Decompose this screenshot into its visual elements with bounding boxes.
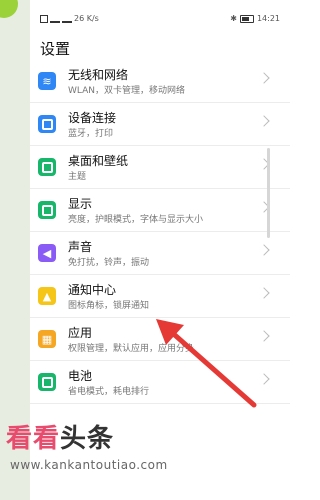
- settings-item-wallpaper[interactable]: 桌面和壁纸 主题: [30, 146, 290, 189]
- status-bar-right: ✱ 14:21: [230, 14, 280, 23]
- page-title: 设置: [40, 40, 71, 58]
- chevron-right-icon: [258, 373, 270, 385]
- battery-status-icon: [239, 14, 254, 23]
- chevron-right-icon: [258, 244, 270, 256]
- signal-icon: [50, 15, 60, 23]
- watermark-logo: 看看头条: [6, 424, 115, 454]
- item-title: 显示: [68, 197, 93, 211]
- chevron-right-icon: [258, 72, 270, 84]
- status-bar: 26 K/s ✱ 14:21: [30, 0, 290, 34]
- battery-icon: [38, 373, 56, 391]
- settings-item-sound[interactable]: ◀ 声音 免打扰，铃声，振动: [30, 232, 290, 275]
- item-title: 通知中心: [68, 283, 117, 297]
- item-subtitle: WLAN，双卡管理，移动网络: [68, 86, 186, 96]
- item-subtitle: 省电模式，耗电排行: [68, 387, 150, 397]
- bluetooth-icon: ✱: [230, 14, 237, 23]
- wifi-icon: ≋: [38, 72, 56, 90]
- item-title: 应用: [68, 326, 93, 340]
- item-title: 桌面和壁纸: [68, 154, 129, 168]
- settings-item-display[interactable]: 显示 亮度，护眼模式，字体与显示大小: [30, 189, 290, 232]
- decoration-circle: [0, 0, 18, 18]
- settings-item-device-connect[interactable]: 设备连接 蓝牙，打印: [30, 103, 290, 146]
- status-bar-left: 26 K/s: [40, 14, 99, 23]
- chevron-right-icon: [258, 115, 270, 127]
- item-subtitle: 蓝牙，打印: [68, 129, 114, 139]
- settings-item-wireless[interactable]: ≋ 无线和网络 WLAN，双卡管理，移动网络: [30, 60, 290, 103]
- sound-icon: ◀: [38, 244, 56, 262]
- red-arrow-annotation: [156, 319, 257, 408]
- item-title: 设备连接: [68, 111, 117, 125]
- item-subtitle: 亮度，护眼模式，字体与显示大小: [68, 215, 204, 225]
- apps-icon: ▦: [38, 330, 56, 348]
- item-subtitle: 免打扰，铃声，振动: [68, 258, 150, 268]
- device-connect-icon: [38, 115, 56, 133]
- sim-icon: [40, 14, 48, 23]
- notification-icon: ▲: [38, 287, 56, 305]
- signal-icon-2: [62, 15, 72, 23]
- clock: 14:21: [256, 14, 280, 23]
- wallpaper-icon: [38, 158, 56, 176]
- network-speed: 26 K/s: [74, 14, 99, 23]
- item-title: 无线和网络: [68, 68, 129, 82]
- item-title: 电池: [68, 369, 93, 383]
- scrollbar[interactable]: [267, 148, 270, 238]
- item-title: 声音: [68, 240, 93, 254]
- item-subtitle: 图标角标，锁屏通知: [68, 301, 150, 311]
- watermark: 看看头条 www.kankantoutiao.com: [0, 418, 300, 472]
- chevron-right-icon: [258, 287, 270, 299]
- chevron-right-icon: [258, 330, 270, 342]
- settings-item-notifications[interactable]: ▲ 通知中心 图标角标，锁屏通知: [30, 275, 290, 318]
- display-icon: [38, 201, 56, 219]
- watermark-url: www.kankantoutiao.com: [10, 458, 168, 472]
- item-subtitle: 主题: [68, 172, 87, 182]
